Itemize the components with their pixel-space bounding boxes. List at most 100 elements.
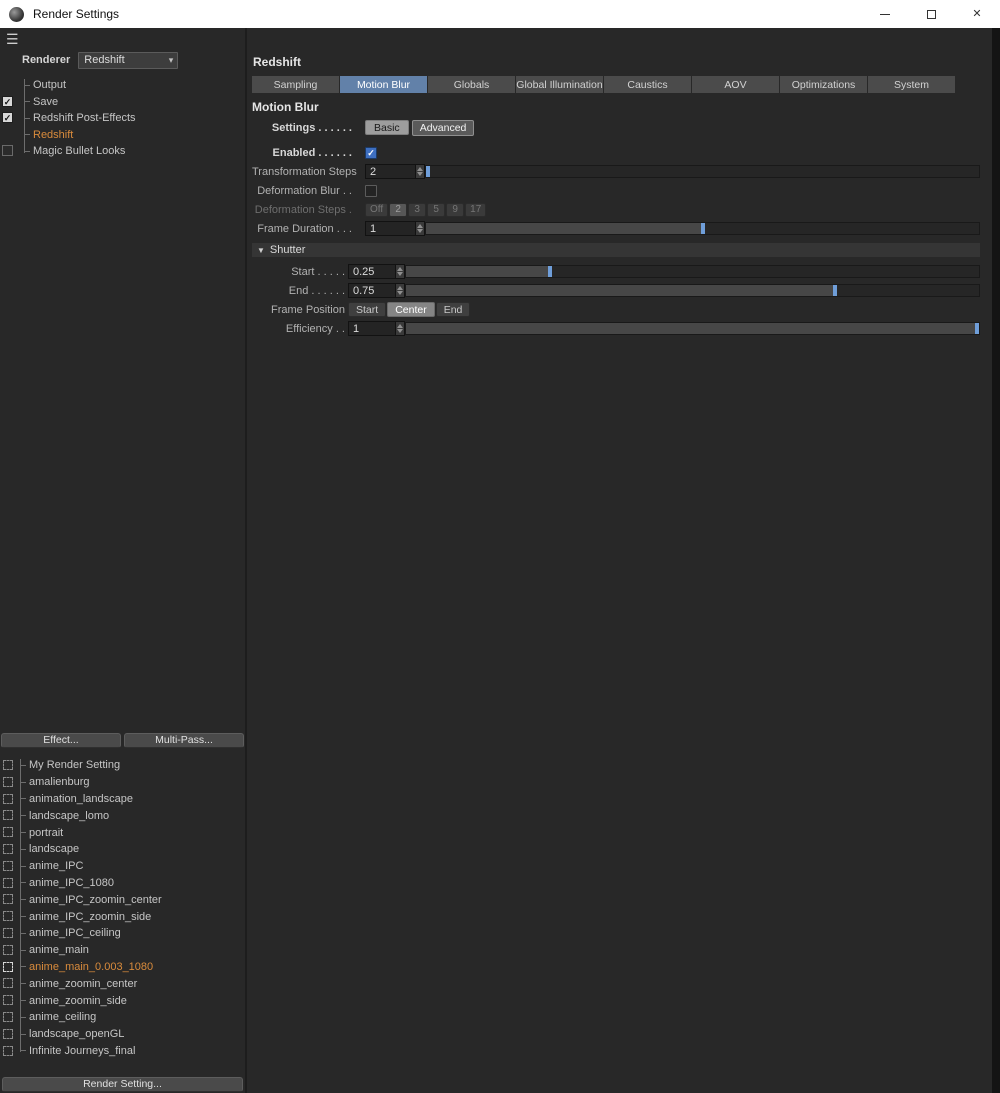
preset-label[interactable]: Infinite Journeys_final	[29, 1045, 135, 1057]
preset-item[interactable]: My Render Setting	[0, 757, 245, 774]
deformation-steps-17-button[interactable]: 17	[465, 202, 487, 217]
shutter-start-value[interactable]: 0.25	[349, 266, 395, 278]
preset-label[interactable]: My Render Setting	[29, 759, 120, 771]
efficiency-slider[interactable]	[405, 322, 980, 335]
frame-position-start-button[interactable]: Start	[348, 302, 387, 317]
shutter-start-slider[interactable]	[405, 265, 980, 278]
slider-handle[interactable]	[832, 285, 837, 296]
render-state-icon[interactable]	[3, 894, 13, 905]
slider-handle[interactable]	[548, 266, 553, 277]
preset-label[interactable]: anime_ceiling	[29, 1011, 96, 1023]
render-state-icon[interactable]	[3, 843, 13, 854]
tab-sampling[interactable]: Sampling	[252, 76, 339, 93]
preset-item[interactable]: portrait	[0, 824, 245, 841]
preset-label[interactable]: anime_IPC_ceiling	[29, 927, 121, 939]
transformation-steps-field[interactable]: 2	[365, 164, 425, 179]
tree-item-label[interactable]: Redshift Post-Effects	[33, 112, 136, 124]
render-state-icon[interactable]	[3, 995, 13, 1006]
preset-label[interactable]: portrait	[29, 827, 63, 839]
preset-item[interactable]: landscape	[0, 841, 245, 858]
tab-optimizations[interactable]: Optimizations	[780, 76, 867, 93]
preset-label[interactable]: landscape	[29, 843, 79, 855]
deformation-blur-checkbox[interactable]	[365, 184, 377, 197]
frame-duration-slider[interactable]	[425, 222, 980, 235]
maximize-button[interactable]	[908, 0, 954, 28]
deformation-steps-2-button[interactable]: 2	[389, 202, 408, 217]
shutter-end-value[interactable]: 0.75	[349, 285, 395, 297]
preset-label[interactable]: anime_IPC_1080	[29, 877, 114, 889]
transformation-steps-slider[interactable]	[425, 165, 980, 178]
render-state-icon[interactable]	[3, 978, 13, 989]
render-state-icon[interactable]	[3, 827, 13, 838]
close-button[interactable]: ✕	[954, 0, 1000, 28]
spinner-arrows-icon[interactable]	[395, 284, 404, 297]
efficiency-value[interactable]: 1	[349, 323, 395, 335]
render-state-icon[interactable]	[3, 911, 13, 922]
render-state-icon[interactable]	[3, 793, 13, 804]
deformation-steps-9-button[interactable]: 9	[446, 202, 465, 217]
preset-item[interactable]: anime_IPC_1080	[0, 875, 245, 892]
render-state-icon[interactable]	[3, 961, 13, 972]
preset-item[interactable]: anime_zoomin_side	[0, 992, 245, 1009]
preset-label[interactable]: anime_IPC	[29, 860, 83, 872]
preset-label[interactable]: animation_landscape	[29, 793, 133, 805]
efficiency-field[interactable]: 1	[348, 321, 405, 336]
preset-item[interactable]: anime_IPC_zoomin_side	[0, 908, 245, 925]
advanced-mode-button[interactable]: Advanced	[411, 119, 475, 136]
preset-item[interactable]: anime_IPC_zoomin_center	[0, 891, 245, 908]
preset-item[interactable]: anime_IPC	[0, 858, 245, 875]
multi-pass-button[interactable]: Multi-Pass...	[124, 733, 244, 748]
tree-item-redshift-post-effects[interactable]: ✓ Redshift Post-Effects	[0, 110, 245, 127]
preset-item[interactable]: amalienburg	[0, 774, 245, 791]
frame-position-center-button[interactable]: Center	[387, 302, 435, 317]
tab-motion-blur[interactable]: Motion Blur	[340, 76, 427, 93]
magic-bullet-looks-checkbox[interactable]	[2, 145, 13, 156]
preset-item[interactable]: animation_landscape	[0, 791, 245, 808]
preset-item-active[interactable]: anime_main_0.003_1080	[0, 959, 245, 976]
render-state-icon[interactable]	[3, 776, 13, 787]
scrollbar-track[interactable]	[992, 28, 1000, 1093]
tree-item-label[interactable]: Magic Bullet Looks	[33, 145, 125, 157]
tree-item-label[interactable]: Output	[33, 79, 66, 91]
preset-label[interactable]: anime_IPC_zoomin_center	[29, 894, 162, 906]
preset-label[interactable]: anime_zoomin_side	[29, 995, 127, 1007]
slider-handle[interactable]	[975, 323, 979, 334]
preset-label[interactable]: landscape_lomo	[29, 810, 109, 822]
redshift-post-effects-checkbox[interactable]: ✓	[2, 112, 13, 123]
tab-system[interactable]: System	[868, 76, 955, 93]
preset-label[interactable]: anime_zoomin_center	[29, 978, 137, 990]
collapse-arrow-icon[interactable]: ▼	[257, 246, 265, 255]
tree-item-label[interactable]: Save	[33, 96, 58, 108]
enabled-checkbox[interactable]: ✓	[365, 146, 377, 159]
slider-handle[interactable]	[700, 223, 705, 234]
tree-item-save[interactable]: ✓ Save	[0, 94, 245, 111]
preset-item[interactable]: anime_main	[0, 942, 245, 959]
render-state-icon[interactable]	[3, 760, 13, 770]
render-state-icon[interactable]	[3, 877, 13, 888]
render-state-icon[interactable]	[3, 944, 13, 955]
preset-label[interactable]: anime_main_0.003_1080	[29, 961, 153, 973]
render-state-icon[interactable]	[3, 810, 13, 821]
preset-item[interactable]: landscape_lomo	[0, 807, 245, 824]
frame-duration-value[interactable]: 1	[366, 223, 415, 235]
renderer-select[interactable]: Redshift ▾	[78, 51, 179, 69]
tab-aov[interactable]: AOV	[692, 76, 779, 93]
save-checkbox[interactable]: ✓	[2, 95, 13, 107]
shutter-end-slider[interactable]	[405, 284, 980, 297]
render-setting-button[interactable]: Render Setting...	[2, 1077, 243, 1092]
effect-button[interactable]: Effect...	[1, 733, 121, 748]
preset-label[interactable]: amalienburg	[29, 776, 90, 788]
spinner-arrows-icon[interactable]	[395, 322, 404, 335]
tree-item-redshift[interactable]: Redshift	[0, 127, 245, 144]
preset-item[interactable]: landscape_openGL	[0, 1026, 245, 1043]
spinner-arrows-icon[interactable]	[415, 222, 424, 235]
frame-position-end-button[interactable]: End	[435, 302, 471, 317]
deformation-steps-5-button[interactable]: 5	[427, 202, 446, 217]
slider-handle[interactable]	[426, 166, 430, 177]
tree-item-label[interactable]: Redshift	[33, 129, 73, 141]
preset-label[interactable]: anime_IPC_zoomin_side	[29, 911, 151, 923]
shutter-group-header[interactable]: ▼ Shutter	[252, 243, 980, 257]
preset-item[interactable]: anime_IPC_ceiling	[0, 925, 245, 942]
preset-item[interactable]: anime_zoomin_center	[0, 975, 245, 992]
deformation-steps-off-button[interactable]: Off	[365, 202, 389, 217]
